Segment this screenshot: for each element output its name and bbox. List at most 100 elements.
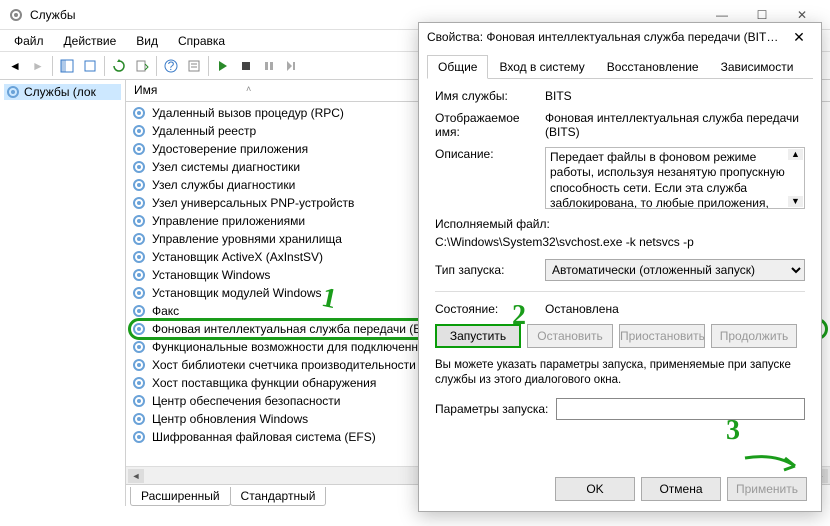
back-button[interactable]: ◄	[4, 55, 26, 77]
service-name: Факс	[152, 304, 179, 318]
menu-help[interactable]: Справка	[168, 32, 235, 50]
description-box: Передает файлы в фоновом режиме работы, …	[545, 147, 805, 209]
gear-icon	[6, 85, 20, 99]
gear-icon	[132, 232, 146, 246]
menu-view[interactable]: Вид	[126, 32, 168, 50]
service-name: Установщик модулей Windows	[152, 286, 321, 300]
resume-button: Продолжить	[711, 324, 797, 348]
help-button[interactable]: ?	[160, 55, 182, 77]
gear-icon	[132, 412, 146, 426]
export-button[interactable]	[79, 55, 101, 77]
gear-icon	[132, 250, 146, 264]
service-name: Шифрованная файловая система (EFS)	[152, 430, 376, 444]
dialog-body: Имя службы: BITS Отображаемое имя: Фонов…	[419, 79, 821, 467]
service-name: Фоновая интеллектуальная служба передачи…	[152, 322, 444, 336]
gear-icon	[132, 376, 146, 390]
window-title: Службы	[30, 8, 702, 22]
start-params-label: Параметры запуска:	[435, 402, 548, 416]
gear-icon	[132, 178, 146, 192]
tab-dependencies[interactable]: Зависимости	[710, 55, 805, 79]
export-list-button[interactable]	[131, 55, 153, 77]
pause-button: Приостановить	[619, 324, 705, 348]
service-name: Узел системы диагностики	[152, 160, 300, 174]
dialog-tabs: Общие Вход в систему Восстановление Зави…	[427, 55, 813, 79]
start-button[interactable]: Запустить	[435, 324, 521, 348]
service-name: Удостоверение приложения	[152, 142, 308, 156]
description-label: Описание:	[435, 147, 545, 209]
tree-item-services-local[interactable]: Службы (лок	[4, 84, 121, 100]
service-name: Установщик Windows	[152, 268, 270, 282]
display-name-label: Отображаемое имя:	[435, 111, 545, 139]
menu-action[interactable]: Действие	[54, 32, 127, 50]
apply-button: Применить	[727, 477, 807, 501]
service-name: Центр обновления Windows	[152, 412, 308, 426]
forward-button[interactable]: ►	[27, 55, 49, 77]
start-service-button[interactable]	[212, 55, 234, 77]
refresh-button[interactable]	[108, 55, 130, 77]
desc-scroll-down[interactable]: ▼	[788, 196, 803, 207]
properties-dialog: Свойства: Фоновая интеллектуальная служб…	[418, 22, 822, 512]
tree-pane: Службы (лок	[0, 80, 126, 506]
service-name: Управление уровнями хранилища	[152, 232, 342, 246]
menu-file[interactable]: Файл	[4, 32, 54, 50]
executable-label: Исполняемый файл:	[435, 217, 805, 231]
service-name: Управление приложениями	[152, 214, 305, 228]
divider	[435, 291, 805, 292]
gear-icon	[132, 304, 146, 318]
status-label: Состояние:	[435, 302, 545, 316]
cancel-button[interactable]: Отмена	[641, 477, 721, 501]
dialog-titlebar: Свойства: Фоновая интеллектуальная служб…	[419, 23, 821, 51]
service-name-value: BITS	[545, 89, 805, 103]
tab-extended[interactable]: Расширенный	[130, 487, 231, 506]
gear-icon	[132, 268, 146, 282]
tree-item-label: Службы (лок	[24, 85, 96, 99]
stop-button: Остановить	[527, 324, 613, 348]
gear-icon	[132, 214, 146, 228]
services-icon	[8, 7, 24, 23]
tab-recovery[interactable]: Восстановление	[596, 55, 710, 79]
tab-standard[interactable]: Стандартный	[230, 487, 327, 506]
restart-service-button[interactable]	[281, 55, 303, 77]
tab-general[interactable]: Общие	[427, 55, 488, 79]
display-name-value: Фоновая интеллектуальная служба передачи…	[545, 111, 805, 139]
tab-logon[interactable]: Вход в систему	[488, 55, 595, 79]
pause-service-button[interactable]	[258, 55, 280, 77]
gear-icon	[132, 340, 146, 354]
service-name: Центр обеспечения безопасности	[152, 394, 341, 408]
status-value: Остановлена	[545, 302, 805, 316]
ok-button[interactable]: OK	[555, 477, 635, 501]
desc-scroll-up[interactable]: ▲	[788, 149, 803, 160]
gear-icon	[132, 142, 146, 156]
show-hide-tree-button[interactable]	[56, 55, 78, 77]
dialog-footer: OK Отмена Применить	[419, 467, 821, 511]
gear-icon	[132, 124, 146, 138]
gear-icon	[132, 394, 146, 408]
executable-value: C:\Windows\System32\svchost.exe -k netsv…	[435, 235, 805, 249]
dialog-close-button[interactable]: ✕	[785, 29, 813, 46]
service-name: Хост поставщика функции обнаружения	[152, 376, 376, 390]
sort-indicator-icon: ˄	[246, 84, 251, 94]
service-name: Узел службы диагностики	[152, 178, 295, 192]
service-name: Установщик ActiveX (AxInstSV)	[152, 250, 323, 264]
properties-button[interactable]	[183, 55, 205, 77]
startup-note: Вы можете указать параметры запуска, при…	[435, 358, 805, 388]
service-name-label: Имя службы:	[435, 89, 545, 103]
service-name: Узел универсальных PNP-устройств	[152, 196, 354, 210]
dialog-title: Свойства: Фоновая интеллектуальная служб…	[427, 30, 785, 44]
service-name: Хост библиотеки счетчика производительно…	[152, 358, 416, 372]
gear-icon	[132, 322, 146, 336]
service-control-buttons: Запустить Остановить Приостановить Продо…	[435, 324, 805, 348]
service-name: Удаленный вызов процедур (RPC)	[152, 106, 344, 120]
gear-icon	[132, 358, 146, 372]
startup-type-label: Тип запуска:	[435, 263, 545, 277]
gear-icon	[132, 106, 146, 120]
startup-type-select[interactable]: Автоматически (отложенный запуск)	[545, 259, 805, 281]
gear-icon	[132, 286, 146, 300]
gear-icon	[132, 430, 146, 444]
start-params-input[interactable]	[556, 398, 805, 420]
scroll-left-button[interactable]: ◄	[128, 469, 144, 483]
stop-service-button[interactable]	[235, 55, 257, 77]
service-name: Удаленный реестр	[152, 124, 256, 138]
gear-icon	[132, 160, 146, 174]
gear-icon	[132, 196, 146, 210]
